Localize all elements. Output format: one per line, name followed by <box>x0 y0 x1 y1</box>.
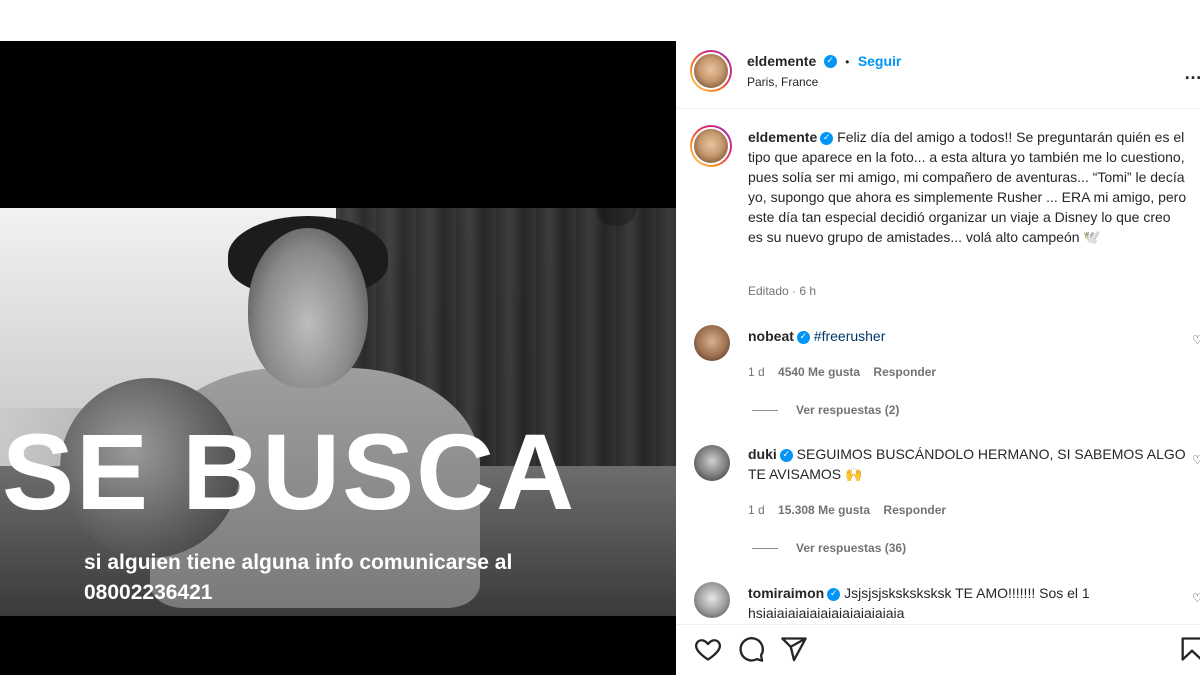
comment-meta: 1 d 4540 Me gusta Responder <box>748 365 946 379</box>
verified-icon: ✓ <box>796 330 810 344</box>
replies-line <box>752 410 778 412</box>
comment-duki: duki ✓ SEGUIMOS BUSCÁNDOLO HERMANO, SI SA… <box>748 444 1188 484</box>
replies-line <box>752 548 778 550</box>
post-header: eldemente ✓ • Seguir Paris, France … <box>676 41 1200 109</box>
comment-tomiraimon: tomiraimon ✓ Jsjsjsjsksksksksk TE AMO!!!!… <box>748 583 1188 623</box>
share-icon[interactable] <box>780 635 808 663</box>
view-replies-label: Ver respuestas (2) <box>796 403 900 417</box>
caption-text: Feliz día del amigo a todos!! Se pregunt… <box>748 129 1187 245</box>
media-subtext: si alguien tiene alguna info comunicarse… <box>84 548 512 608</box>
reply-button[interactable]: Responder <box>883 503 946 517</box>
save-icon[interactable] <box>1178 635 1200 663</box>
author-avatar[interactable] <box>690 50 732 92</box>
comment-avatar-tomiraimon[interactable] <box>694 582 730 618</box>
verified-icon: ✓ <box>827 587 841 601</box>
post-side-panel: eldemente ✓ • Seguir Paris, France … eld… <box>676 41 1200 675</box>
caption-author-username[interactable]: eldemente <box>748 129 817 145</box>
verified-icon: ✓ <box>820 131 834 145</box>
comment-body: SEGUIMOS BUSCÁNDOLO HERMANO, SI SABEMOS … <box>748 446 1186 482</box>
comment-hashtag[interactable]: #freerusher <box>814 328 886 344</box>
verified-icon: ✓ <box>779 448 793 462</box>
comment-username[interactable]: tomiraimon <box>748 585 824 601</box>
comment-time[interactable]: 1 d <box>748 365 765 379</box>
comment-nobeat: nobeat ✓ #freerusher <box>748 326 1188 346</box>
comment-likes[interactable]: 15.308 Me gusta <box>778 503 870 517</box>
media-subtext-phone: 08002236421 <box>84 581 213 604</box>
post-caption: eldemente ✓ Feliz día del amigo a todos!!… <box>748 127 1188 247</box>
comment-avatar-nobeat[interactable] <box>694 325 730 361</box>
comment-icon[interactable] <box>737 635 765 663</box>
like-icon[interactable] <box>694 635 722 663</box>
more-options-icon[interactable]: … <box>1184 63 1200 84</box>
media-subtext-line1: si alguien tiene alguna info comunicarse… <box>84 551 513 574</box>
comment-meta: 1 d 15.308 Me gusta Responder <box>748 503 956 517</box>
view-replies-label: Ver respuestas (36) <box>796 541 907 555</box>
reply-button[interactable]: Responder <box>873 365 936 379</box>
author-row: eldemente ✓ • Seguir <box>747 53 901 71</box>
post-location[interactable]: Paris, France <box>747 75 818 89</box>
separator-dot: • <box>845 55 850 69</box>
photo-person-head <box>248 228 368 388</box>
comment-username[interactable]: duki <box>748 446 777 462</box>
view-replies-button[interactable]: Ver respuestas (2) <box>752 403 899 417</box>
view-replies-button[interactable]: Ver respuestas (36) <box>752 541 906 555</box>
comment-like-icon[interactable]: ♡ <box>1192 591 1200 605</box>
caption-author-avatar[interactable] <box>690 125 732 167</box>
comment-like-icon[interactable]: ♡ <box>1192 333 1200 347</box>
comment-time[interactable]: 1 d <box>748 503 765 517</box>
verified-icon: ✓ <box>823 55 837 69</box>
caption-edited-meta: Editado · 6 h <box>748 284 817 298</box>
author-username[interactable]: eldemente <box>747 53 816 69</box>
comment-username[interactable]: nobeat <box>748 328 794 344</box>
media-headline: SE BUSCA <box>2 411 577 532</box>
comment-likes[interactable]: 4540 Me gusta <box>778 365 860 379</box>
follow-button[interactable]: Seguir <box>858 53 902 69</box>
comment-like-icon[interactable]: ♡ <box>1192 453 1200 467</box>
post-actions-bar <box>676 624 1200 675</box>
comment-avatar-duki[interactable] <box>694 445 730 481</box>
